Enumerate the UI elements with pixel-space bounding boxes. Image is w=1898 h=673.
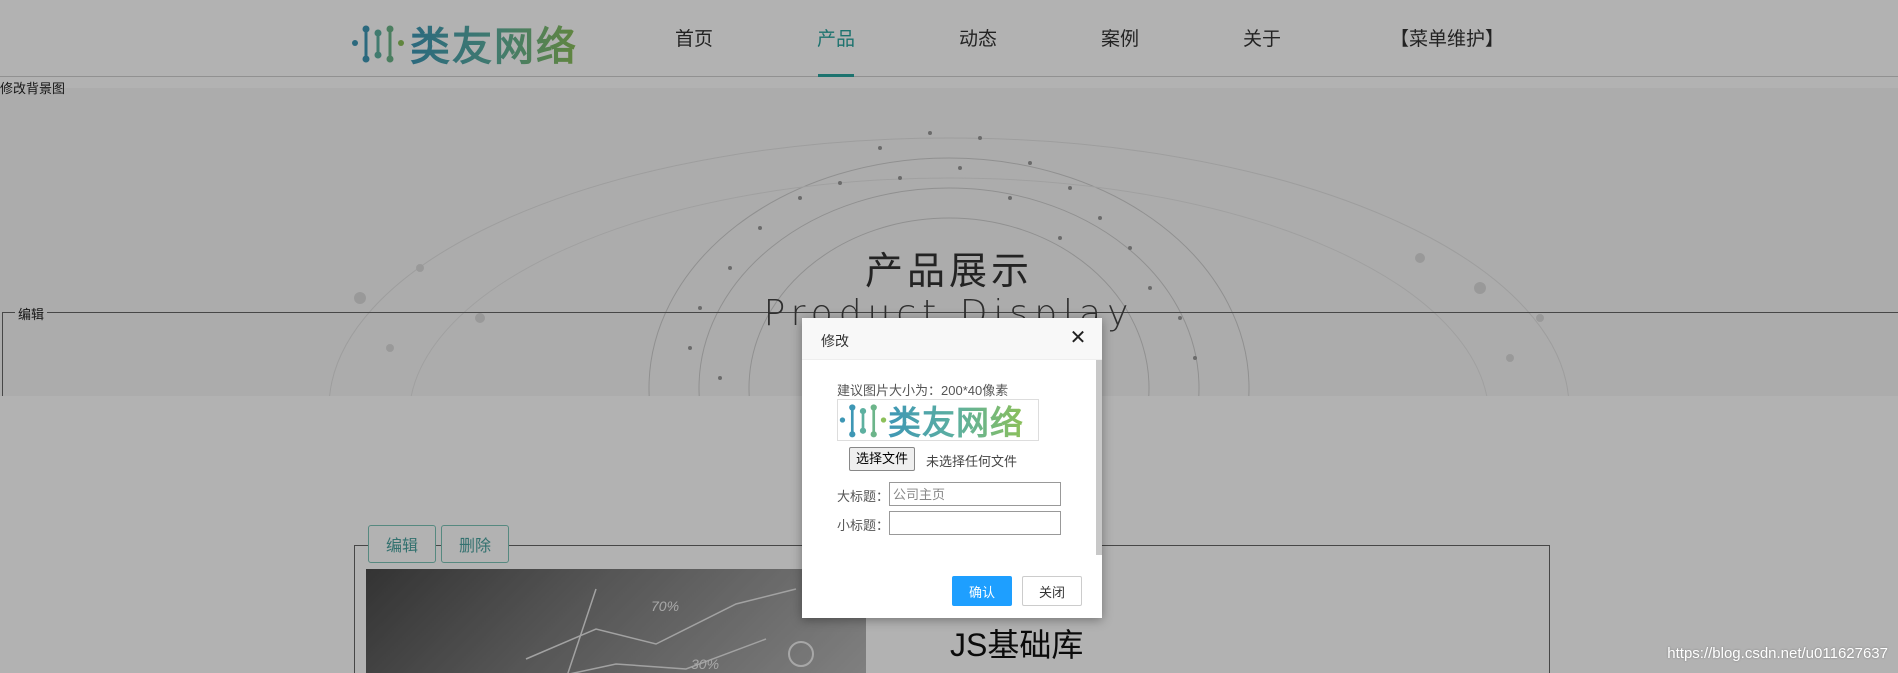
close-button[interactable]: 关闭 (1022, 576, 1082, 606)
sub-title-label: 小标题： (837, 518, 890, 533)
watermark: https://blog.csdn.net/u011627637 (1667, 645, 1888, 662)
modal-title: 修改 (821, 333, 849, 349)
main-title-label: 大标题： (837, 489, 890, 504)
sub-title-input[interactable] (889, 511, 1061, 535)
main-title-input[interactable] (889, 482, 1061, 506)
edit-modal: 修改 ✕ 建议图片大小为：200*40像素 类友网络 选择文件 未选择任何文件 … (802, 318, 1102, 618)
choose-file-button[interactable]: 选择文件 (849, 447, 916, 471)
logo-preview: 类友网络 (837, 396, 1039, 444)
modal-scrollbar[interactable] (1096, 360, 1102, 555)
confirm-button[interactable]: 确认 (952, 576, 1012, 606)
logo-preview-text: 类友网络 (888, 396, 1024, 444)
modal-header: 修改 ✕ (802, 318, 1102, 360)
file-status: 未选择任何文件 (926, 454, 1018, 469)
close-icon[interactable]: ✕ (1068, 328, 1088, 348)
logo-mark-icon (839, 404, 887, 438)
